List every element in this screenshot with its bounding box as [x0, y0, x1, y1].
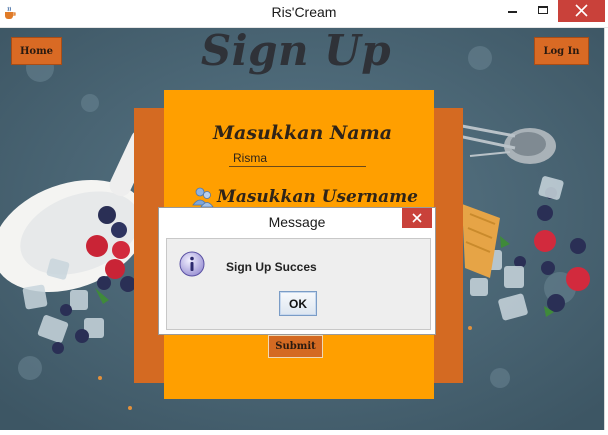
dialog-message: Sign Up Succes — [226, 260, 317, 274]
name-label: Masukkan Nama — [213, 122, 393, 144]
login-button[interactable]: Log In — [534, 37, 589, 65]
close-icon — [412, 213, 422, 223]
maximize-icon — [538, 6, 548, 14]
info-icon — [179, 251, 205, 277]
name-input[interactable] — [229, 149, 366, 167]
maximize-button[interactable] — [528, 0, 558, 22]
submit-button[interactable]: Submit — [268, 335, 323, 358]
window-edge — [604, 28, 608, 430]
page-title: Sign Up — [200, 26, 392, 75]
message-dialog: Message Sign Up Succes OK — [158, 207, 436, 335]
ok-button[interactable]: OK — [279, 291, 317, 316]
dialog-title: Message — [268, 214, 326, 230]
title-bar: Ris'Cream — [0, 0, 608, 28]
dialog-close-button[interactable] — [402, 208, 432, 228]
minimize-button[interactable] — [496, 0, 528, 22]
minimize-icon — [508, 11, 517, 13]
username-label: Masukkan Username — [217, 187, 418, 207]
home-button[interactable]: Home — [11, 37, 62, 65]
close-button[interactable] — [558, 0, 605, 22]
dialog-body: Sign Up Succes OK — [166, 238, 431, 330]
users-icon — [192, 187, 214, 208]
close-icon — [575, 4, 588, 17]
window-bottom — [0, 430, 608, 435]
